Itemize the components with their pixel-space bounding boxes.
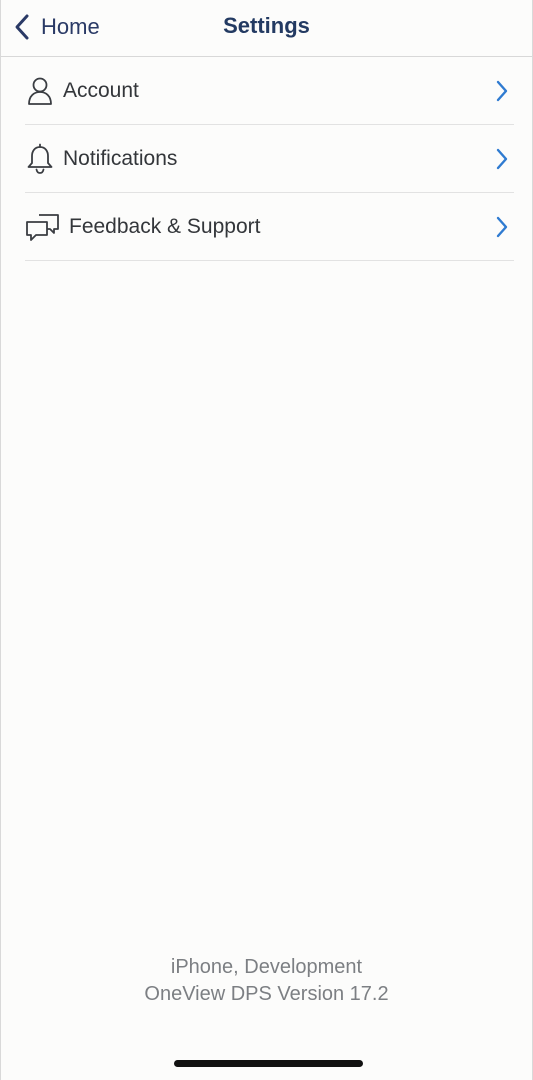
home-indicator[interactable] bbox=[174, 1060, 363, 1067]
person-icon bbox=[25, 74, 55, 108]
settings-item-feedback-support[interactable]: Feedback & Support bbox=[25, 193, 514, 261]
device-info-text: iPhone, Development bbox=[170, 956, 363, 978]
settings-list: Account Notifications Feedback & Support bbox=[25, 57, 514, 261]
settings-item-label: Notifications bbox=[63, 146, 178, 170]
bell-icon bbox=[25, 142, 55, 176]
settings-item-account[interactable]: Account bbox=[25, 57, 514, 125]
settings-item-notifications[interactable]: Notifications bbox=[25, 125, 514, 193]
chat-bubbles-icon bbox=[25, 210, 61, 244]
settings-screen: Home Settings Account Notifications Feed… bbox=[0, 0, 533, 1080]
chevron-right-icon bbox=[494, 78, 510, 104]
app-info-footer: iPhone, Development OneView DPS Version … bbox=[1, 954, 532, 1008]
settings-item-label: Account bbox=[63, 78, 139, 102]
chevron-right-icon bbox=[494, 214, 510, 240]
navigation-bar: Home Settings bbox=[1, 0, 532, 57]
page-title: Settings bbox=[223, 13, 310, 38]
version-text: OneView DPS Version 17.2 bbox=[144, 983, 389, 1005]
settings-item-label: Feedback & Support bbox=[69, 214, 261, 238]
chevron-right-icon bbox=[494, 146, 510, 172]
